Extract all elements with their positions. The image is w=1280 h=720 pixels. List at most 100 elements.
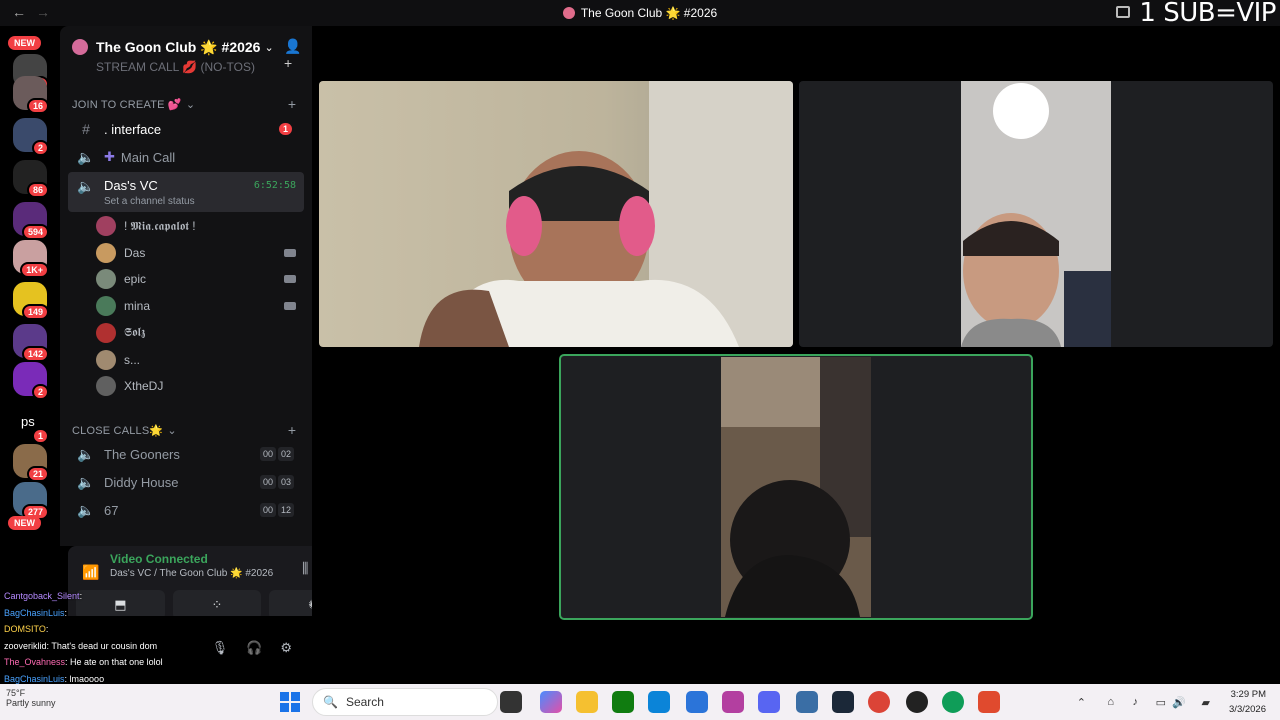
headphones-icon[interactable]: 🎧 xyxy=(246,640,262,656)
channel-the-gooners[interactable]: 🔈 The Gooners 00 02 xyxy=(68,440,304,468)
voice-status[interactable]: Video Connected xyxy=(110,552,208,566)
server-icon[interactable]: 21 xyxy=(13,444,49,482)
obs-icon[interactable] xyxy=(906,691,928,713)
video-camera-icon xyxy=(284,248,296,257)
forward-arrow-icon[interactable]: → xyxy=(36,4,50,20)
member-name: mina xyxy=(124,299,151,314)
chat-message: BagChasinLuis: xyxy=(4,605,204,622)
voice-member[interactable]: Das xyxy=(96,241,304,265)
avatar xyxy=(96,216,116,236)
video-tile-3[interactable] xyxy=(559,354,1033,620)
member-name: s... xyxy=(124,352,141,367)
app-icon[interactable] xyxy=(978,691,1000,713)
member-name: XtheDJ xyxy=(124,379,164,394)
store-icon[interactable] xyxy=(686,691,708,713)
server-icon[interactable]: ps 1 xyxy=(13,406,49,444)
chat-text: : lmaoooo xyxy=(64,673,105,684)
chat-username: DOMSITO xyxy=(4,624,46,634)
channel-interface[interactable]: # . interface 1 xyxy=(68,115,304,143)
partial-channel[interactable]: STREAM CALL 💋 (NO-TOS) xyxy=(96,60,255,74)
chat-message: DOMSITO: xyxy=(4,621,204,638)
gear-icon[interactable]: ⚙ xyxy=(280,640,292,656)
member-name: Das xyxy=(124,245,146,260)
server-rail: NEW 989162865941K+1491422ps121277 NEW xyxy=(0,26,60,546)
channel-diddy-house[interactable]: 🔈 Diddy House 00 03 xyxy=(68,468,304,496)
video-tile-2[interactable] xyxy=(799,81,1273,347)
server-icon[interactable]: 1K+ xyxy=(13,240,49,278)
chrome-icon[interactable] xyxy=(868,691,890,713)
file-explorer-icon[interactable] xyxy=(576,691,598,713)
task-view-icon[interactable] xyxy=(500,691,522,713)
unread-badge: 16 xyxy=(26,98,49,114)
server-icon[interactable]: 149 xyxy=(13,282,49,320)
steam-icon[interactable] xyxy=(832,691,854,713)
category-close-calls[interactable]: CLOSE CALLS🌟 ⌄ xyxy=(72,424,177,437)
server-icon[interactable]: 86 xyxy=(13,160,49,198)
noise-suppression-icon[interactable]: ⫼ xyxy=(302,560,308,577)
server-icon[interactable]: 2 xyxy=(13,118,49,156)
back-arrow-icon[interactable]: ← xyxy=(12,4,26,20)
avatar xyxy=(96,349,116,370)
unread-badge: 1K+ xyxy=(20,262,49,278)
weather-widget[interactable]: 75°F Partly sunny xyxy=(6,688,56,708)
invite-people-icon[interactable]: 👤+ xyxy=(284,38,301,71)
user-controls: 🎙 🎧 ⚙ xyxy=(212,640,292,656)
copilot-icon[interactable] xyxy=(540,691,562,713)
avatar xyxy=(96,242,116,263)
search-icon: 🔍 xyxy=(323,695,338,709)
member-name: ! 𝕸𝖎𝖆.𝖈𝖆𝖕𝖆𝖑𝖔𝖙 ! xyxy=(124,218,196,233)
battery-icon[interactable]: ▰ xyxy=(1202,696,1210,709)
channel-status[interactable]: Set a channel status xyxy=(104,196,195,207)
channel-main-call[interactable]: 🔈 ✚ Main Call xyxy=(68,143,304,171)
network-icon[interactable]: ⌂ xyxy=(1107,696,1114,708)
chrome-icon[interactable] xyxy=(942,691,964,713)
edge-icon[interactable] xyxy=(648,691,670,713)
chat-message: zooveriklid: That's dead ur cousin dom xyxy=(4,638,204,655)
stream-overlay-text: 1 SUB=VIP xyxy=(1139,0,1276,28)
video-camera-icon xyxy=(284,275,296,284)
user-limit: 00 12 xyxy=(259,503,294,517)
server-icon[interactable]: 594 xyxy=(13,202,49,240)
app-icon[interactable] xyxy=(796,691,818,713)
signal-icon[interactable]: 📶 xyxy=(82,564,99,581)
server-icon[interactable]: 2 xyxy=(13,362,49,400)
taskbar-search[interactable]: 🔍 Search xyxy=(312,688,498,716)
app-icon[interactable] xyxy=(722,691,744,713)
unread-badge: 2 xyxy=(31,140,49,156)
voice-member[interactable]: XtheDJ xyxy=(96,374,304,398)
unread-badge: 142 xyxy=(21,346,49,362)
add-channel-icon[interactable]: + xyxy=(288,96,296,112)
xbox-icon[interactable] xyxy=(612,691,634,713)
chat-text: : xyxy=(79,591,83,601)
unread-badge: 594 xyxy=(21,224,49,240)
discord-icon[interactable] xyxy=(758,691,780,713)
start-button[interactable] xyxy=(280,692,300,712)
chat-username: The_Ovahness xyxy=(4,657,66,667)
channel-das-vc[interactable]: 🔈 Das's VC Set a channel status 6:52:58 xyxy=(68,172,304,212)
voice-member[interactable]: s... xyxy=(96,348,304,372)
voice-member[interactable]: ! 𝕸𝖎𝖆.𝖈𝖆𝖕𝖆𝖑𝖔𝖙 ! xyxy=(96,214,304,238)
voice-member[interactable]: 𝕾𝖔𝖑𝖟 xyxy=(96,321,304,345)
video-tile-1[interactable] xyxy=(319,81,793,347)
server-icon[interactable]: 16 xyxy=(13,76,49,114)
chevron-up-icon[interactable]: ⌃ xyxy=(1077,696,1086,709)
microphone-icon[interactable]: ♪ xyxy=(1133,696,1139,708)
avatar xyxy=(96,269,116,290)
volume-icon[interactable]: 🔊 xyxy=(1172,696,1186,709)
chat-username: zooveriklid xyxy=(4,640,47,651)
server-icon[interactable]: 277 xyxy=(13,482,49,520)
avatar xyxy=(96,322,116,343)
system-clock[interactable]: 3:29 PM 3/3/2026 xyxy=(1229,687,1266,717)
server-icon[interactable]: 142 xyxy=(13,324,49,362)
chat-username: BagChasinLuis xyxy=(4,607,65,618)
voice-location[interactable]: Das's VC / The Goon Club 🌟 #2026 xyxy=(110,568,273,579)
category-join-to-create[interactable]: JOIN TO CREATE 💕 ⌄ xyxy=(72,98,195,111)
voice-member[interactable]: mina xyxy=(96,294,304,318)
add-channel-icon[interactable]: + xyxy=(288,422,296,438)
voice-member[interactable]: epic xyxy=(96,267,304,291)
channel-67[interactable]: 🔈 67 00 12 xyxy=(68,496,304,524)
chat-username: BagChasinLuis xyxy=(4,673,65,684)
microphone-icon[interactable]: 🎙 xyxy=(212,640,229,656)
display-icon[interactable]: ▭ xyxy=(1156,696,1166,709)
inbox-icon[interactable] xyxy=(1116,6,1130,18)
